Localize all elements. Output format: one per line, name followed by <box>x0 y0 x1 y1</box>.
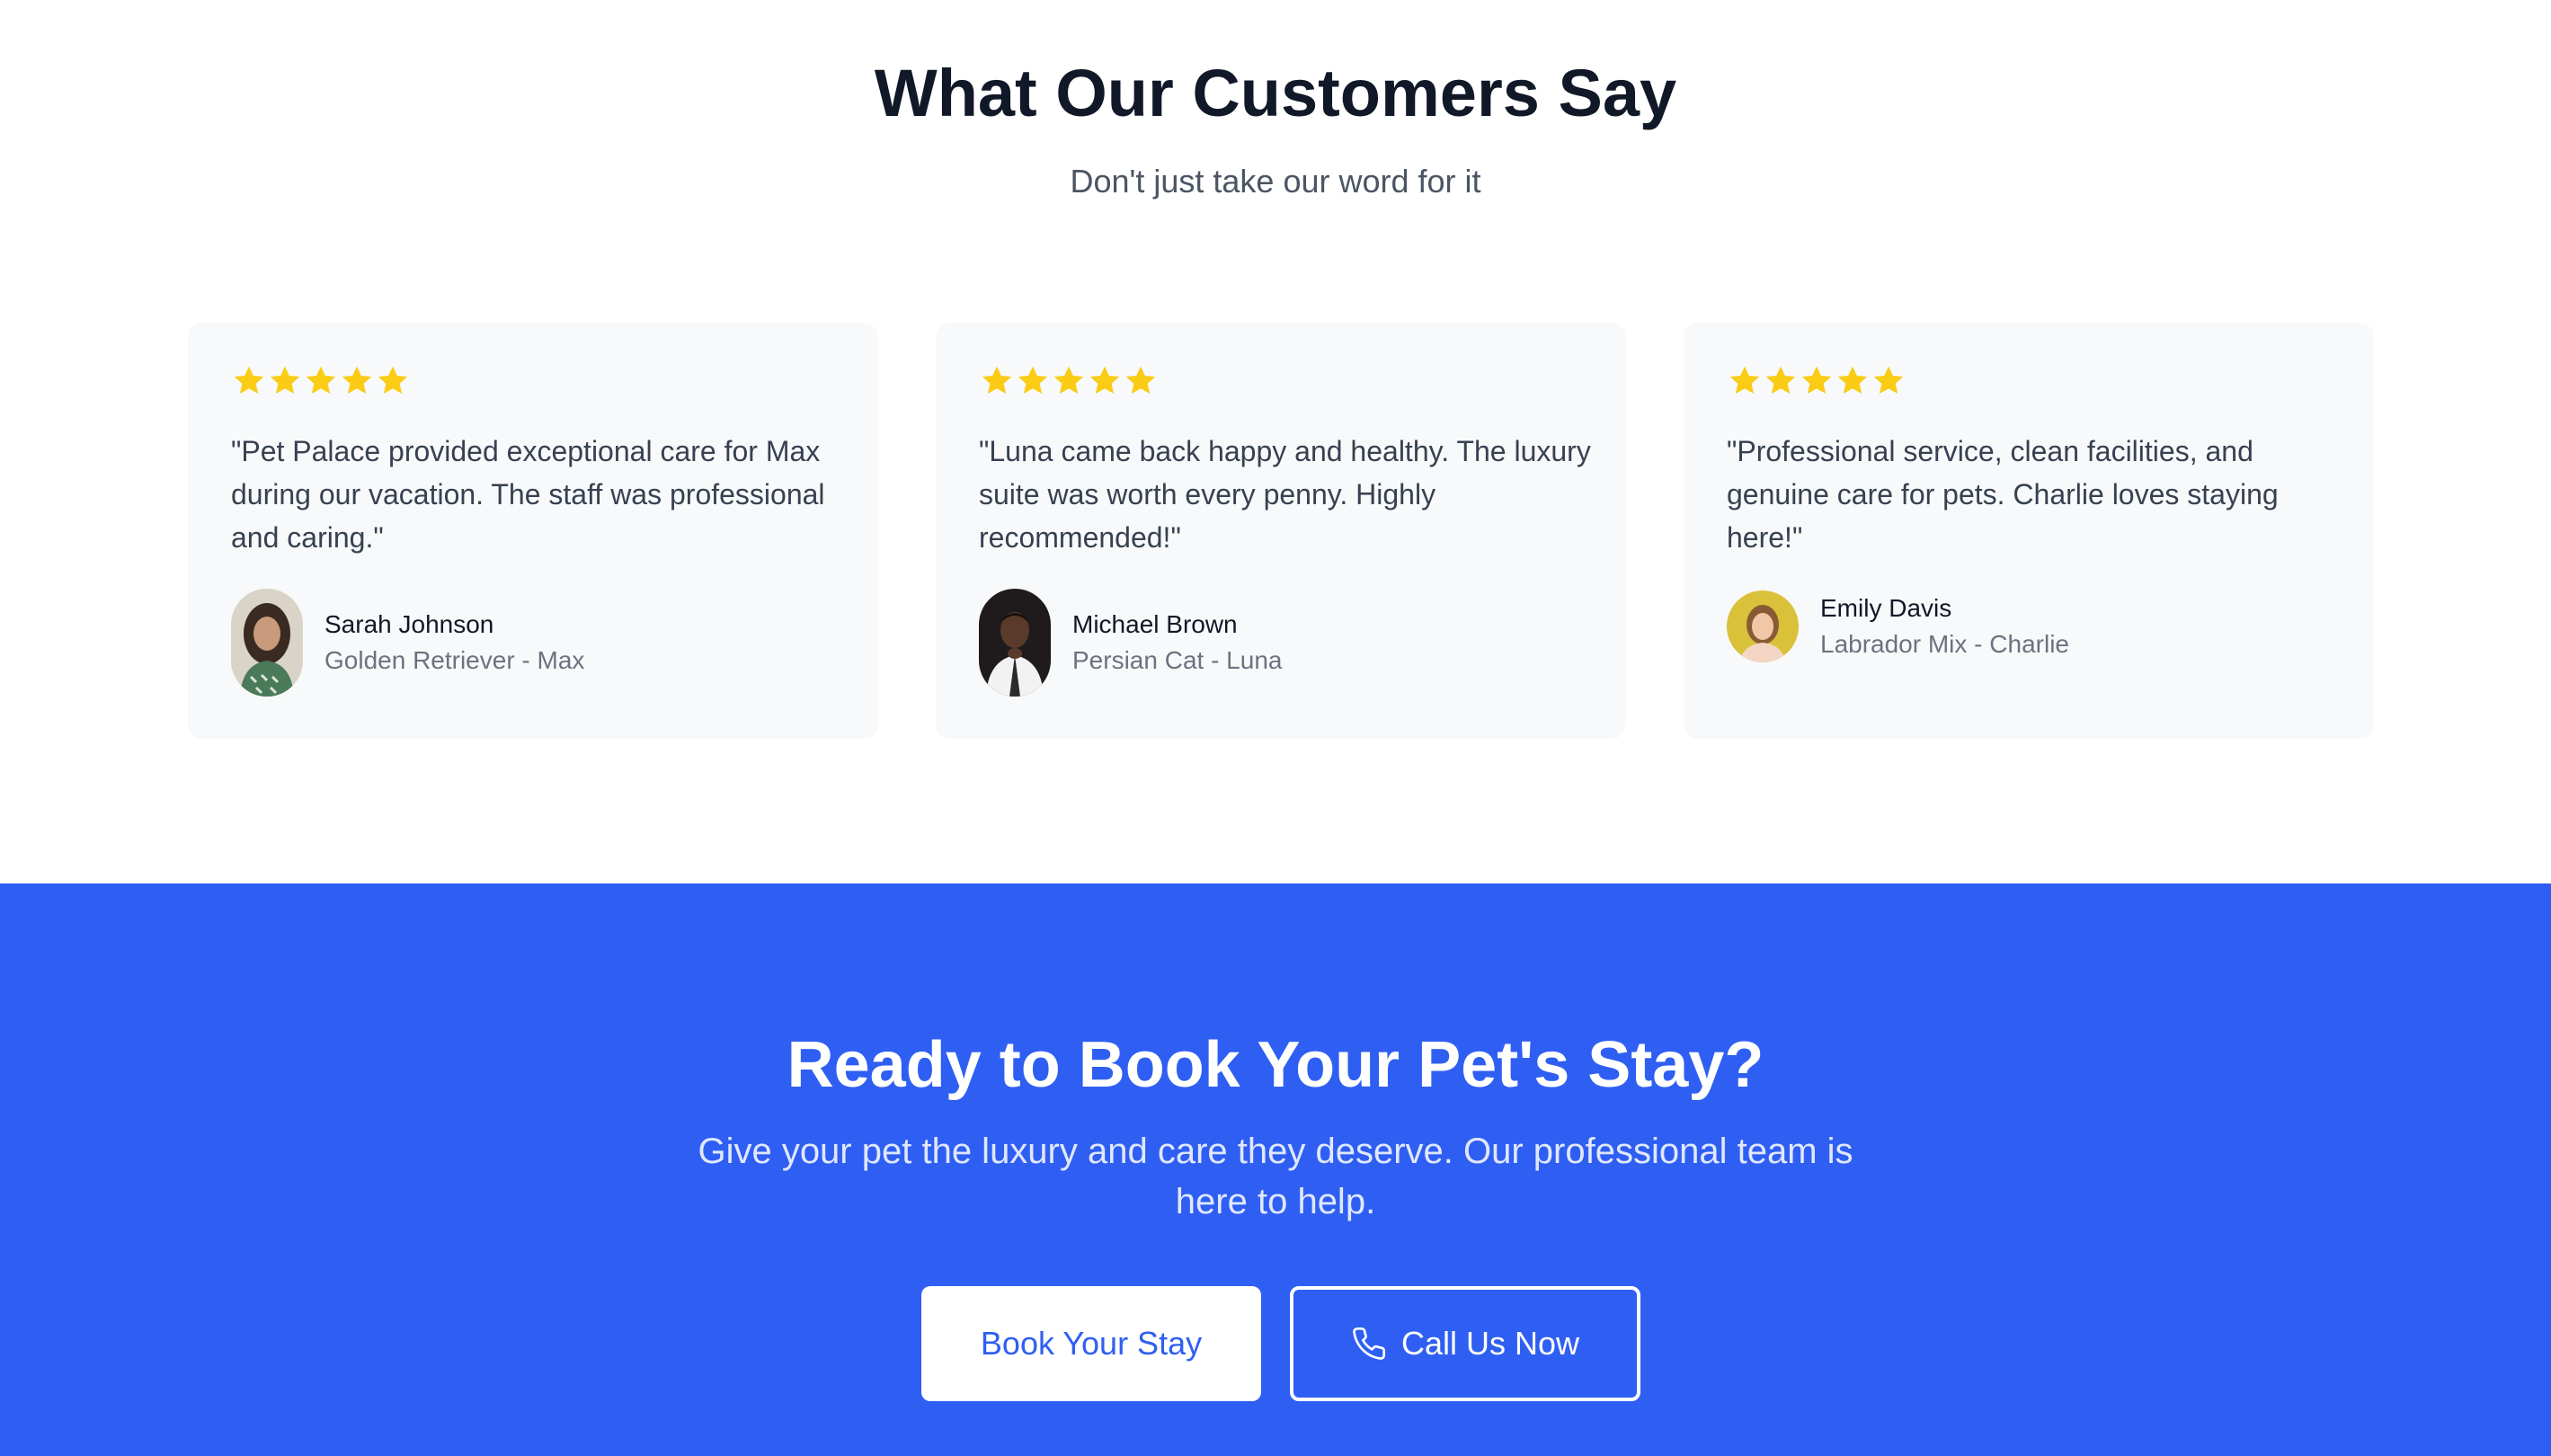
testimonials-section: What Our Customers Say Don't just take o… <box>0 0 2551 883</box>
author-pet: Labrador Mix - Charlie <box>1820 630 2069 658</box>
star-icon <box>1801 366 1832 394</box>
testimonial-quote: "Luna came back happy and healthy. The l… <box>979 435 1591 554</box>
star-icon <box>1729 366 1760 394</box>
testimonial-card: "Pet Palace provided exceptional care fo… <box>188 323 878 739</box>
section-subtitle: Don't just take our word for it <box>1070 163 1481 200</box>
star-icon <box>306 366 336 394</box>
booking-cta-section: Ready to Book Your Pet's Stay? Give your… <box>0 883 2551 1456</box>
avatar <box>231 589 303 697</box>
call-us-now-button[interactable]: Call Us Now <box>1290 1286 1640 1401</box>
author-name: Sarah Johnson <box>324 610 494 638</box>
star-rating <box>231 363 411 399</box>
star-rating <box>979 363 1159 399</box>
star-icon <box>1018 366 1048 394</box>
star-icon <box>342 366 372 394</box>
phone-icon <box>1353 1327 1385 1360</box>
cta-title: Ready to Book Your Pet's Stay? <box>787 1029 1764 1101</box>
testimonial-quote: "Professional service, clean facilities,… <box>1727 435 2279 554</box>
star-icon <box>1089 366 1120 394</box>
author-pet: Golden Retriever - Max <box>324 646 585 674</box>
star-rating <box>1727 363 1907 399</box>
star-icon <box>1873 366 1904 394</box>
avatar <box>1727 590 1799 662</box>
author-pet: Persian Cat - Luna <box>1072 646 1283 674</box>
testimonial-card: "Luna came back happy and healthy. The l… <box>936 323 1626 739</box>
avatar <box>979 589 1051 697</box>
section-title: What Our Customers Say <box>874 56 1677 130</box>
book-your-stay-label: Book Your Stay <box>980 1325 1203 1362</box>
testimonial-quote: "Pet Palace provided exceptional care fo… <box>231 435 825 554</box>
book-your-stay-button[interactable]: Book Your Stay <box>921 1286 1261 1401</box>
call-us-now-label: Call Us Now <box>1400 1325 1580 1362</box>
star-icon <box>1765 366 1796 394</box>
star-icon <box>1053 366 1084 394</box>
star-icon <box>270 366 300 394</box>
author-name: Emily Davis <box>1820 594 1952 622</box>
star-icon <box>1837 366 1868 394</box>
testimonial-author: Sarah Johnson Golden Retriever - Max <box>231 589 584 697</box>
star-icon <box>234 366 264 394</box>
testimonial-card: "Professional service, clean facilities,… <box>1684 323 2374 739</box>
cta-description: Give your pet the luxury and care they d… <box>698 1132 1853 1221</box>
star-icon <box>378 366 408 394</box>
author-name: Michael Brown <box>1072 610 1238 638</box>
testimonial-author: Emily Davis Labrador Mix - Charlie <box>1727 590 2069 662</box>
star-icon <box>1125 366 1156 394</box>
testimonial-author: Michael Brown Persian Cat - Luna <box>979 589 1282 697</box>
star-icon <box>982 366 1012 394</box>
